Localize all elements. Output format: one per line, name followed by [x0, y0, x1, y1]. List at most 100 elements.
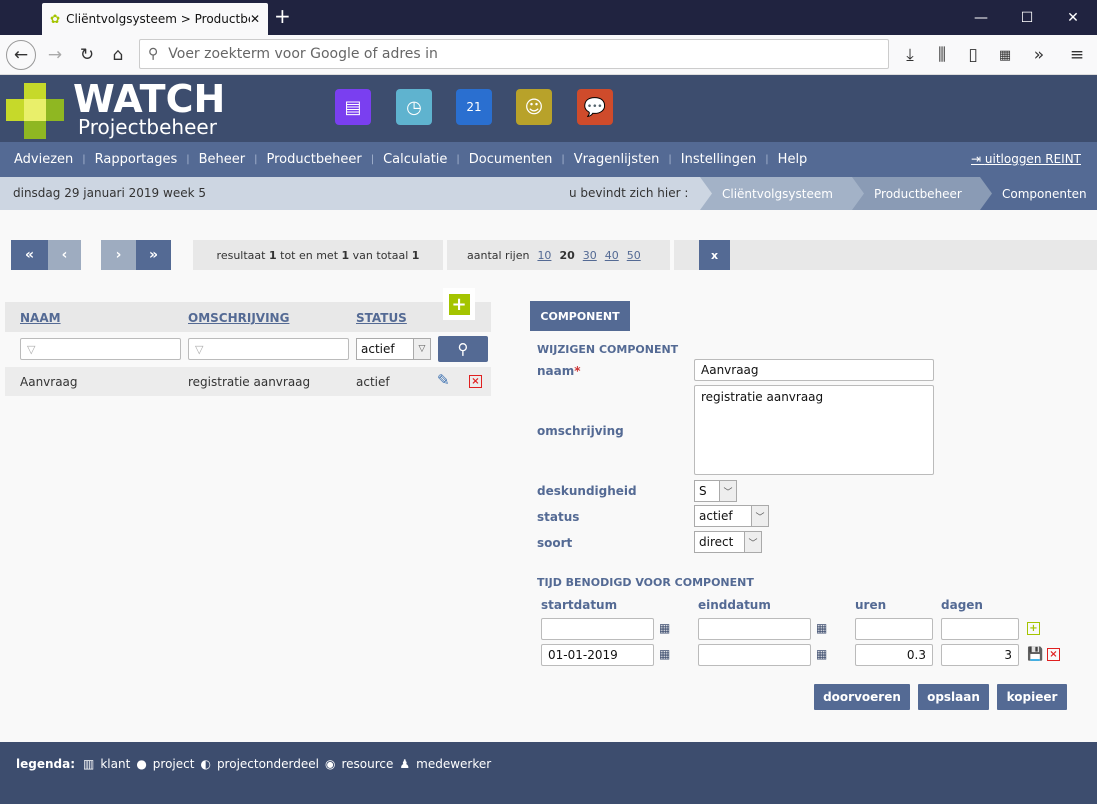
- overflow-icon[interactable]: »: [1024, 40, 1054, 70]
- add-row-icon[interactable]: +: [1027, 622, 1040, 635]
- breadcrumb-componenten: Componenten: [980, 177, 1097, 210]
- search-icon: ⚲: [457, 340, 469, 358]
- half-circle-icon: ◐: [200, 757, 211, 771]
- startdatum-input[interactable]: [541, 618, 654, 640]
- app-header: WATCH Projectbeheer ▤ ◷ 21 ☺ 💬: [0, 75, 1097, 142]
- chat-icon[interactable]: 💬: [577, 89, 613, 125]
- breadcrumb-productbeheer[interactable]: Productbeheer: [852, 177, 994, 210]
- main-nav: Adviezen | Rapportages | Beheer | Productbe…: [0, 142, 1097, 177]
- last-page-button[interactable]: »: [136, 240, 171, 270]
- kopieer-button[interactable]: kopieer: [997, 684, 1067, 710]
- clock-icon[interactable]: ◷: [396, 89, 432, 125]
- omschrijving-filter-input[interactable]: ▽: [188, 338, 349, 360]
- library-icon[interactable]: ⫼: [927, 40, 957, 70]
- nav-help[interactable]: Help: [778, 152, 808, 167]
- calendar-icon[interactable]: ▦: [816, 647, 830, 661]
- filter-icon: ▽: [27, 342, 36, 356]
- deskundigheid-select[interactable]: S ﹀: [694, 480, 737, 502]
- nav-beheer[interactable]: Beheer: [199, 152, 246, 167]
- people-icon[interactable]: ☺: [516, 89, 552, 125]
- status-filter-select[interactable]: actief ▽: [356, 338, 431, 360]
- first-page-button[interactable]: «: [11, 240, 48, 270]
- chevron-down-icon: ﹀: [719, 481, 736, 501]
- delete-icon[interactable]: ×: [469, 375, 482, 388]
- circle-icon: ●: [136, 757, 147, 771]
- rows-10[interactable]: 10: [537, 249, 551, 262]
- nav-documenten[interactable]: Documenten: [469, 152, 553, 167]
- naam-input[interactable]: Aanvraag: [694, 359, 934, 381]
- filter-icon: ▽: [195, 342, 204, 356]
- prev-page-button[interactable]: ‹: [48, 240, 81, 270]
- browser-tab[interactable]: ✿ Cliëntvolgsysteem > Productbeheer ✕: [42, 3, 268, 35]
- qr-icon[interactable]: ▦: [990, 40, 1020, 70]
- logout-link[interactable]: ⇥ uitloggen REINT: [971, 152, 1081, 166]
- rows-per-page: aantal rijen 10 20 30 40 50: [447, 240, 670, 270]
- omschrijving-textarea[interactable]: registratie aanvraag: [694, 385, 934, 475]
- opslaan-button[interactable]: opslaan: [918, 684, 989, 710]
- rows-50[interactable]: 50: [627, 249, 641, 262]
- sort-status[interactable]: STATUS: [356, 311, 407, 325]
- save-icon[interactable]: 💾: [1027, 647, 1043, 662]
- startdatum-input[interactable]: 01-01-2019: [541, 644, 654, 666]
- chevron-down-icon: ﹀: [751, 506, 768, 526]
- browser-toolbar: ← → ↻ ⌂ ⚲ Voer zoekterm voor Google of ad…: [0, 35, 1097, 75]
- close-window-button[interactable]: ✕: [1050, 0, 1096, 35]
- soort-select[interactable]: direct ﹀: [694, 531, 762, 553]
- documents-icon[interactable]: ▤: [335, 89, 371, 125]
- excel-export-icon[interactable]: x: [699, 240, 730, 270]
- nav-calculatie[interactable]: Calculatie: [383, 152, 447, 167]
- calendar-icon[interactable]: ▦: [816, 621, 830, 635]
- chevron-down-icon: ▽: [413, 339, 430, 359]
- next-page-button[interactable]: ›: [101, 240, 136, 270]
- url-bar[interactable]: ⚲ Voer zoekterm voor Google of adres in: [139, 39, 889, 69]
- nav-instellingen[interactable]: Instellingen: [681, 152, 757, 167]
- new-tab-button[interactable]: +: [274, 4, 291, 28]
- download-icon[interactable]: ⤓: [895, 40, 925, 70]
- menu-icon[interactable]: ≡: [1062, 40, 1092, 70]
- forward-button[interactable]: →: [40, 40, 70, 70]
- nav-rapportages[interactable]: Rapportages: [95, 152, 178, 167]
- dagen-input[interactable]: [941, 618, 1019, 640]
- status-select[interactable]: actief ﹀: [694, 505, 769, 527]
- watch-logo-icon: [6, 83, 66, 139]
- nav-adviezen[interactable]: Adviezen: [14, 152, 73, 167]
- building-icon: ▥: [83, 757, 95, 771]
- maximize-button[interactable]: ☐: [1004, 0, 1050, 35]
- doorvoeren-button[interactable]: doorvoeren: [814, 684, 910, 710]
- calendar-icon[interactable]: ▦: [659, 647, 673, 661]
- einddatum-input[interactable]: [698, 618, 811, 640]
- sort-naam[interactable]: NAAM: [20, 311, 61, 325]
- browser-tab-bar: ✿ Cliëntvolgsysteem > Productbeheer ✕ + …: [0, 0, 1097, 35]
- tab-component[interactable]: COMPONENT: [530, 301, 630, 331]
- user-icon: ♟: [399, 757, 411, 771]
- calendar-icon[interactable]: ▦: [659, 621, 673, 635]
- breadcrumb-clientvolgsysteem[interactable]: Cliëntvolgsysteem: [700, 177, 868, 210]
- nav-vragenlijsten[interactable]: Vragenlijsten: [574, 152, 660, 167]
- rows-30[interactable]: 30: [583, 249, 597, 262]
- uren-input[interactable]: [855, 618, 933, 640]
- edit-icon[interactable]: ✎: [437, 371, 450, 389]
- back-button[interactable]: ←: [6, 40, 36, 70]
- rows-40[interactable]: 40: [605, 249, 619, 262]
- nav-productbeheer[interactable]: Productbeheer: [267, 152, 362, 167]
- sort-omschrijving[interactable]: OMSCHRIJVING: [188, 311, 289, 325]
- user-circle-icon: ◉: [324, 757, 336, 771]
- favicon-icon: ✿: [50, 12, 61, 26]
- uren-input[interactable]: 0.3: [855, 644, 933, 666]
- chevron-down-icon: ﹀: [744, 532, 761, 552]
- legend-footer: legenda: ▥ klant ● project ◐ projectonderde…: [0, 742, 1097, 804]
- sidebar-icon[interactable]: ▯: [958, 40, 988, 70]
- minimize-button[interactable]: —: [958, 0, 1004, 35]
- delete-icon[interactable]: ×: [1047, 648, 1060, 661]
- close-tab-icon[interactable]: ✕: [250, 12, 260, 26]
- logout-icon: ⇥: [971, 152, 985, 166]
- calendar-icon[interactable]: 21: [456, 89, 492, 125]
- add-button[interactable]: +: [443, 288, 475, 320]
- reload-button[interactable]: ↻: [72, 40, 102, 70]
- home-button[interactable]: ⌂: [103, 40, 133, 70]
- dagen-input[interactable]: 3: [941, 644, 1019, 666]
- search-button[interactable]: ⚲: [438, 336, 488, 362]
- einddatum-input[interactable]: [698, 644, 811, 666]
- naam-filter-input[interactable]: ▽: [20, 338, 181, 360]
- rows-20[interactable]: 20: [559, 249, 574, 262]
